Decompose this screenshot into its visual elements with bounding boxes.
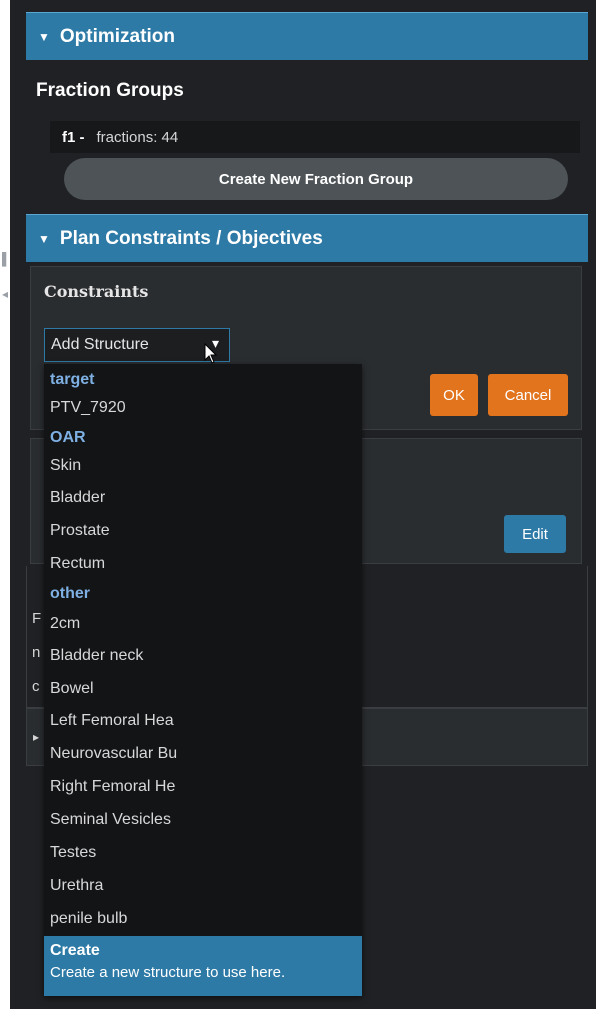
plan-constraints-header-label: Plan Constraints / Objectives (59, 227, 323, 249)
create-structure-title: Create (50, 942, 100, 959)
dropdown-option[interactable]: Testes (44, 837, 362, 869)
create-fraction-group-button[interactable]: Create New Fraction Group (64, 158, 568, 200)
collapsed-triangle-icon: ▸ (33, 730, 40, 744)
cancel-button[interactable]: Cancel (488, 374, 568, 416)
dropdown-option[interactable]: Neurovascular Bu (44, 738, 362, 770)
expand-triangle-icon: ▼ (38, 231, 50, 246)
dropdown-option[interactable]: penile bulb (44, 903, 362, 935)
fraction-group-id: f1 - (62, 128, 85, 146)
edit-button[interactable]: Edit (504, 515, 566, 553)
create-structure-description: Create a new structure to use here. (50, 964, 286, 981)
dropdown-option[interactable]: Seminal Vesicles (44, 804, 362, 836)
fraction-groups-title: Fraction Groups (36, 80, 184, 101)
fraction-group-text: fractions: 44 (96, 128, 179, 146)
hidden-text: F (32, 610, 42, 627)
dropdown-group-label: other (50, 585, 90, 602)
expand-triangle-icon: ▼ (38, 29, 50, 44)
dropdown-option[interactable]: Left Femoral Hea (44, 705, 362, 737)
dropdown-option[interactable]: Urethra (44, 870, 362, 902)
optimization-header[interactable]: ▼ Optimization (26, 12, 588, 60)
structure-dropdown-list[interactable]: target PTV_7920 OAR Skin Bladder Prostat… (44, 364, 362, 996)
optimization-header-label: Optimization (59, 25, 175, 47)
edge-marker: ◂ (2, 287, 9, 301)
dropdown-option[interactable]: Right Femoral He (44, 771, 362, 803)
add-structure-select[interactable]: Add Structure ▾ (44, 328, 230, 362)
fraction-group-row[interactable]: f1 - fractions: 44 (50, 121, 580, 153)
plan-constraints-header[interactable]: ▼ Plan Constraints / Objectives (26, 214, 588, 262)
dropdown-option[interactable]: Bladder neck (44, 640, 362, 672)
edge-marker: ▌ (2, 252, 11, 266)
create-structure-option[interactable]: Create Create a new structure to use her… (44, 936, 362, 996)
dropdown-option[interactable]: Prostate (44, 515, 362, 547)
dropdown-option[interactable]: Skin (44, 450, 362, 482)
hidden-text: n (32, 644, 41, 661)
dropdown-option[interactable]: Rectum (44, 548, 362, 580)
ok-button[interactable]: OK (430, 374, 478, 416)
dropdown-option[interactable]: 2cm (44, 608, 362, 640)
dropdown-option[interactable]: Bowel (44, 673, 362, 705)
dropdown-option[interactable]: PTV_7920 (44, 392, 362, 424)
hidden-text: c (32, 678, 40, 695)
add-structure-select-value: Add Structure (51, 336, 149, 353)
mouse-pointer-icon (204, 342, 218, 371)
dropdown-option[interactable]: Bladder (44, 482, 362, 514)
constraints-title: Constraints (44, 282, 149, 301)
